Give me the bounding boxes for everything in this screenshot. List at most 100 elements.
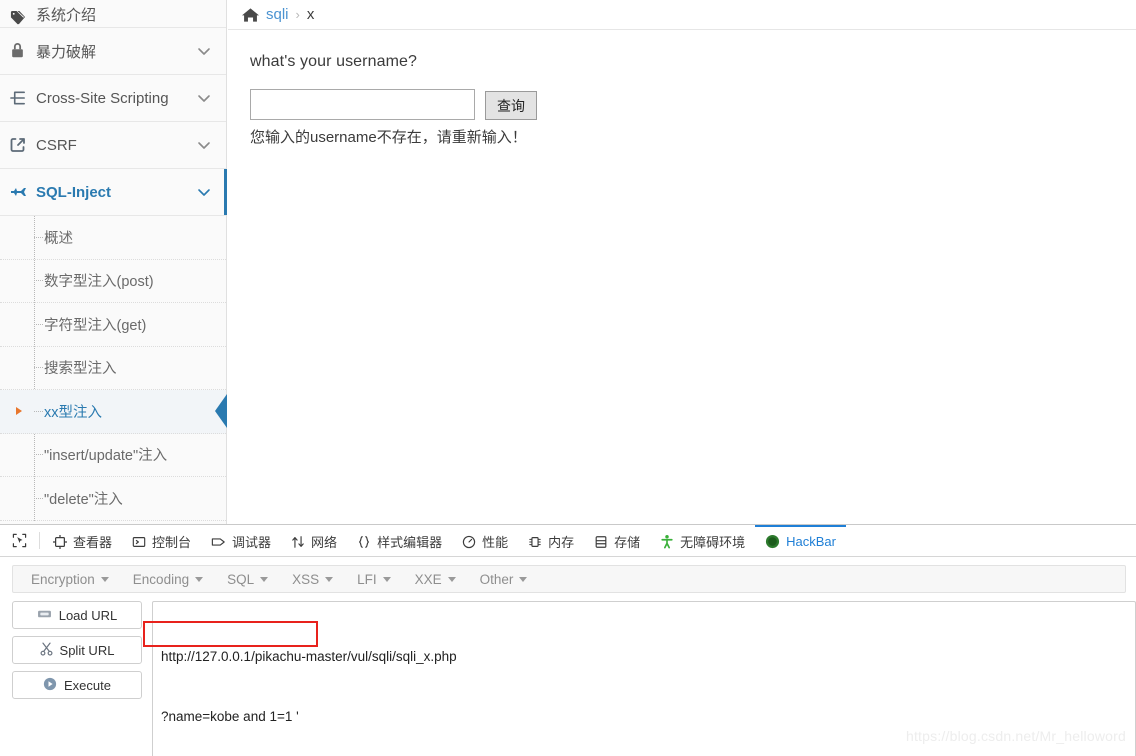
sidebar-item-label: Cross-Site Scripting [36,89,169,107]
sidebar-subitem-xx-type[interactable]: xx型注入 [0,390,227,434]
hackbar-menu-lfi[interactable]: LFI [345,572,403,587]
menu-label: Encoding [132,571,190,587]
main-content: sqli › x what's your username? 查询 您输入的us… [228,0,1136,524]
tree-branch-line [34,367,43,369]
screen-root: 系统介绍 暴力破解 Cross-Site Scripting CSRF SQL-… [0,0,1136,756]
devtools-tab-label: 查看器 [73,535,113,550]
performance-icon [462,535,476,549]
devtools-tab-network[interactable]: 网络 [281,525,347,556]
chevron-down-icon [100,576,109,582]
devtools-tab-performance[interactable]: 性能 [452,525,518,556]
sidebar-item-label: 暴力破解 [36,43,97,61]
home-icon[interactable] [242,7,259,23]
sidebar-subitem-numeric-post[interactable]: 数字型注入(post) [0,260,226,303]
submit-button[interactable]: 查询 [485,91,537,120]
load-url-icon [37,608,52,623]
chevron-down-icon [195,576,204,582]
devtools-tab-style-editor[interactable]: 样式编辑器 [347,525,452,556]
tree-branch-line [34,236,43,238]
memory-icon [528,535,542,549]
devtools-tab-memory[interactable]: 内存 [518,525,584,556]
username-input[interactable] [250,89,475,120]
sidebar-subitem-insert-update[interactable]: "insert/update"注入 [0,434,226,477]
sidebar-subitem-label: "delete"注入 [44,491,123,508]
sitemap-icon [10,90,32,106]
tree-branch-line [34,280,43,282]
devtools-tab-console[interactable]: 控制台 [122,525,201,556]
devtools-tab-label: 内存 [548,535,575,550]
button-label: Execute [64,677,111,693]
chevron-down-icon [325,576,334,582]
sidebar-subitem-delete[interactable]: "delete"注入 [0,477,226,521]
plane-icon [10,185,32,199]
sidebar-subitem-label: 搜索型注入 [44,361,117,378]
sidebar-subitem-label: "insert/update"注入 [44,448,168,465]
devtools-tab-storage[interactable]: 存储 [584,525,650,556]
chevron-down-icon[interactable] [196,137,212,153]
sidebar-subitem-string-get[interactable]: 字符型注入(get) [0,303,226,347]
browser-viewport: 系统介绍 暴力破解 Cross-Site Scripting CSRF SQL-… [0,0,1136,524]
devtools-tab-label: 网络 [311,535,338,550]
execute-icon [43,677,57,694]
network-icon [291,535,305,549]
devtools-tab-hackbar[interactable]: HackBar [755,525,846,556]
sidebar-nav: 系统介绍 暴力破解 Cross-Site Scripting CSRF SQL-… [0,0,227,524]
tree-branch-line [34,497,43,499]
sidebar-item-system-intro[interactable]: 系统介绍 [0,0,226,28]
sidebar-item-label: SQL-Inject [36,183,112,201]
username-form: 查询 [250,89,1136,120]
chevron-down-icon[interactable] [196,184,212,200]
hackbar-menu-sql[interactable]: SQL [215,572,280,587]
sidebar-item-csrf[interactable]: CSRF [0,122,226,169]
menu-label: Encryption [31,571,95,587]
active-marker-icon [16,407,22,416]
hackbar-menu-encryption[interactable]: Encryption [19,572,121,587]
sidebar-item-brute-force[interactable]: 暴力破解 [0,28,226,75]
breadcrumb: sqli › x [228,0,1136,30]
url-line-2: ?name=kobe and 1=1 ' [161,709,299,724]
result-message: 您输入的username不存在，请重新输入！ [250,129,527,146]
sidebar-item-label: 系统介绍 [36,7,97,24]
breadcrumb-link-sqli[interactable]: sqli [266,6,289,23]
hackbar-menu-other[interactable]: Other [468,572,540,587]
menu-label: XSS [292,571,320,587]
sidebar-item-sql-inject[interactable]: SQL-Inject [0,169,227,216]
breadcrumb-separator: › [295,7,300,22]
page-title: what's your username? [250,53,418,70]
sidebar-subitem-label: 数字型注入(post) [44,274,154,291]
tree-branch-line [34,454,43,456]
toolbar-divider [39,532,40,549]
chevron-down-icon[interactable] [196,90,212,106]
split-url-button[interactable]: Split URL [12,636,142,664]
inspector-icon [53,534,67,549]
sidebar-subitem-label: xx型注入 [44,404,102,421]
sidebar-item-xss[interactable]: Cross-Site Scripting [0,75,226,122]
sidebar-subitem-label: 概述 [44,230,73,247]
devtools-tab-debugger[interactable]: 调试器 [201,525,281,556]
devtools-tab-inspector[interactable]: 查看器 [43,525,122,556]
devtools-tab-label: 控制台 [152,535,192,550]
sidebar-subitem-label: 字符型注入(get) [44,317,147,334]
lock-icon [10,43,32,59]
breadcrumb-current: x [306,6,315,23]
share-icon [10,137,32,153]
hackbar-menu-encoding[interactable]: Encoding [121,572,215,587]
sidebar-item-label: CSRF [36,136,77,154]
storage-icon [594,535,608,549]
button-label: Load URL [58,607,118,623]
active-pointer-icon [215,394,227,429]
tree-branch-line [34,323,43,325]
execute-button[interactable]: Execute [12,671,142,699]
devtools-tab-label: 调试器 [232,535,272,550]
devtools-tab-label: 存储 [614,535,641,550]
sidebar-subitem-overview[interactable]: 概述 [0,216,226,260]
hackbar-menu-xss[interactable]: XSS [280,572,345,587]
chevron-down-icon[interactable] [196,43,212,59]
sidebar-subitem-search[interactable]: 搜索型注入 [0,347,226,390]
hackbar-menu-xxe[interactable]: XXE [403,572,468,587]
devtools-tab-accessibility[interactable]: 无障碍环境 [650,525,755,556]
url-line-1: http://127.0.0.1/pikachu-master/vul/sqli… [161,649,457,664]
payload-highlight-box [143,621,318,647]
element-picker-icon[interactable] [4,525,36,556]
load-url-button[interactable]: Load URL [12,601,142,629]
